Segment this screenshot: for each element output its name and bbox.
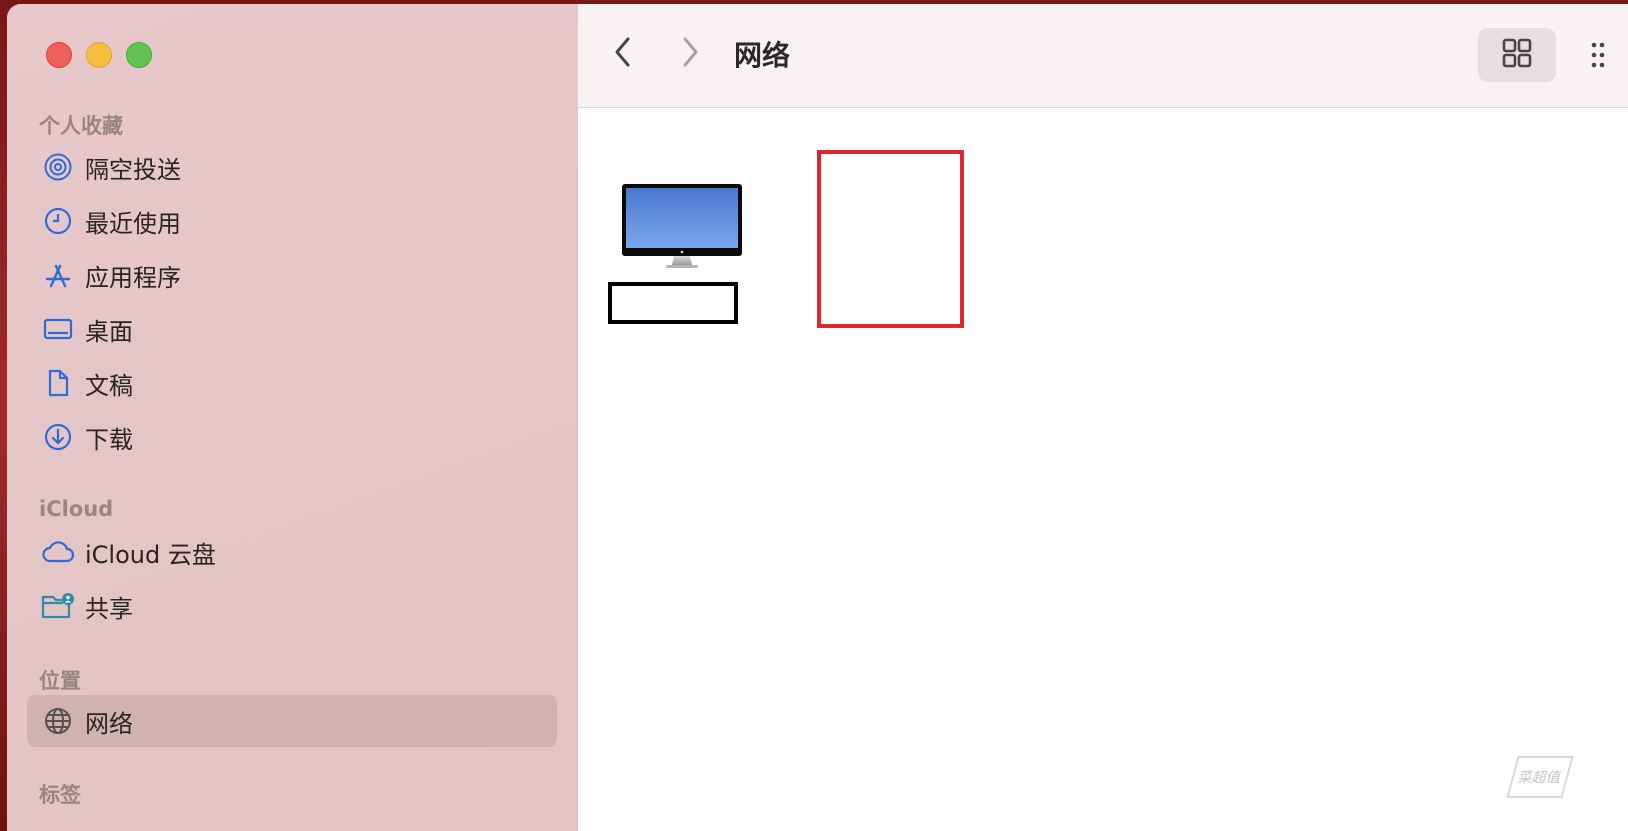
sidebar-item-label: 桌面 [85, 317, 133, 346]
sidebar-item-label: 共享 [85, 594, 133, 623]
sidebar-item-desktop[interactable]: 桌面 [27, 303, 557, 355]
document-icon [41, 366, 75, 400]
section-title-tags: 标签 [39, 783, 81, 807]
sidebar-item-label: iCloud 云盘 [85, 540, 216, 569]
chevron-left-icon [613, 36, 633, 72]
sidebar-item-airdrop[interactable]: 隔空投送 [27, 141, 557, 193]
sidebar-item-label: 隔空投送 [85, 155, 181, 184]
section-title-locations: 位置 [39, 669, 81, 693]
sidebar-item-recents[interactable]: 最近使用 [27, 195, 557, 247]
sidebar-item-shared[interactable]: 共享 [27, 580, 557, 632]
desktop-icon [41, 312, 75, 346]
sidebar-item-applications[interactable]: 应用程序 [27, 249, 557, 301]
watermark: 菜超值 [1506, 756, 1574, 798]
zoom-window-button[interactable] [126, 42, 152, 68]
highlighted-network-item[interactable] [817, 150, 964, 328]
toolbar: 网络 [578, 4, 1628, 108]
section-title-icloud: iCloud [39, 497, 114, 521]
sidebar-item-network[interactable]: 网络 [27, 695, 557, 747]
clock-icon [41, 204, 75, 238]
forward-button[interactable] [670, 34, 710, 74]
dots-icon [1588, 42, 1608, 74]
watermark-text: 菜超值 [1516, 770, 1563, 786]
finder-window: 个人收藏 隔空投送 最近使用 应用程序 桌面 文稿 下载 iCloud iClo… [7, 4, 1628, 831]
file-browser-content [578, 108, 1628, 831]
network-icon [41, 704, 75, 738]
section-title-favorites: 个人收藏 [39, 114, 123, 138]
sidebar-item-label: 最近使用 [85, 209, 181, 238]
grid-view-icon [1501, 37, 1533, 73]
sidebar-item-label: 文稿 [85, 371, 133, 400]
airdrop-icon [41, 150, 75, 184]
item-name-field[interactable] [608, 282, 738, 324]
back-button[interactable] [603, 34, 643, 74]
computer-monitor-icon[interactable] [618, 182, 748, 274]
list-view-button[interactable] [1588, 40, 1608, 70]
shared-folder-icon [41, 589, 75, 623]
sidebar: 个人收藏 隔空投送 最近使用 应用程序 桌面 文稿 下载 iCloud iClo… [7, 4, 579, 831]
sidebar-item-icloud-drive[interactable]: iCloud 云盘 [27, 526, 557, 578]
sidebar-item-label: 下载 [85, 425, 133, 454]
cloud-icon [41, 535, 75, 569]
view-mode-button[interactable] [1478, 28, 1556, 82]
sidebar-item-label: 应用程序 [85, 263, 181, 292]
sidebar-item-documents[interactable]: 文稿 [27, 357, 557, 409]
applications-icon [41, 258, 75, 292]
download-icon [41, 420, 75, 454]
sidebar-item-downloads[interactable]: 下载 [27, 411, 557, 463]
close-window-button[interactable] [46, 42, 72, 68]
chevron-right-icon [680, 36, 700, 72]
sidebar-item-label: 网络 [85, 709, 133, 738]
minimize-window-button[interactable] [86, 42, 112, 68]
window-title: 网络 [734, 39, 791, 72]
